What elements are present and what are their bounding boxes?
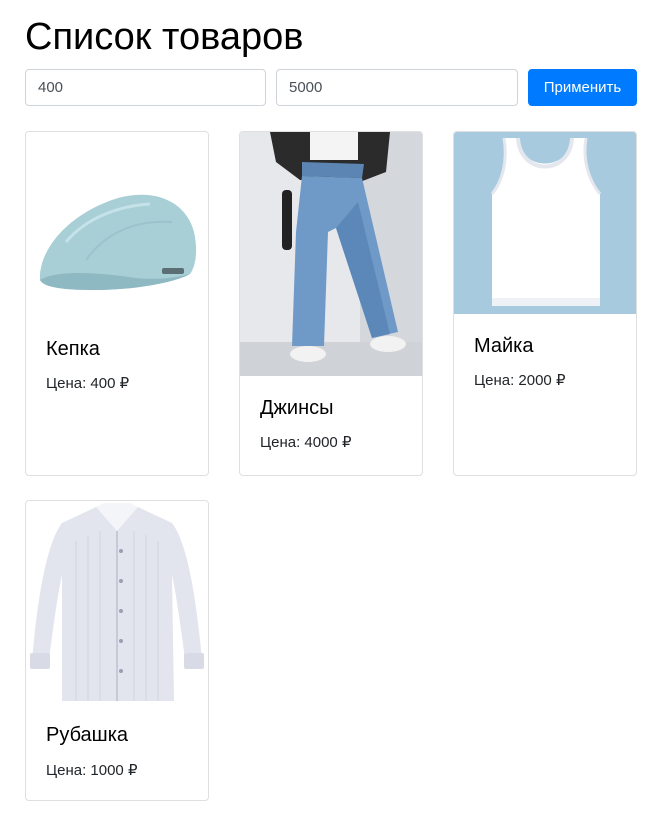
- currency-symbol: ₽: [555, 372, 566, 389]
- max-price-input[interactable]: [276, 69, 518, 106]
- product-price: Цена: 4000 ₽: [260, 433, 402, 453]
- currency-symbol: ₽: [119, 375, 130, 392]
- product-card: Майка Цена: 2000 ₽: [453, 131, 637, 476]
- currency-symbol: ₽: [341, 434, 352, 451]
- product-name: Джинсы: [260, 397, 334, 419]
- product-price: Цена: 2000 ₽: [474, 371, 616, 391]
- price-value: 4000: [304, 434, 338, 451]
- min-price-input[interactable]: [25, 69, 266, 106]
- price-label: Цена:: [260, 434, 301, 451]
- product-card: Рубашка Цена: 1000 ₽: [25, 500, 209, 801]
- price-value: 1000: [90, 762, 124, 779]
- product-price: Цена: 1000 ₽: [46, 761, 188, 781]
- price-value: 2000: [518, 372, 552, 389]
- currency-symbol: ₽: [127, 762, 138, 779]
- price-label: Цена:: [46, 375, 87, 392]
- page-title: Список товаров: [25, 16, 304, 58]
- product-name: Рубашка: [46, 724, 129, 746]
- price-label: Цена:: [474, 372, 515, 389]
- dress-shirt-image: [26, 501, 208, 705]
- product-card: Кепка Цена: 400 ₽: [25, 131, 209, 476]
- product-price: Цена: 400 ₽: [46, 374, 188, 394]
- price-value: 400: [90, 375, 116, 392]
- jeans-photo: [240, 132, 422, 376]
- product-card: Джинсы Цена: 4000 ₽: [239, 131, 423, 476]
- product-name: Кепка: [46, 338, 100, 360]
- flat-cap-image: [26, 132, 208, 315]
- apply-filter-button[interactable]: Применить: [528, 69, 637, 106]
- product-name: Майка: [474, 335, 534, 357]
- tank-top-image: [454, 132, 636, 314]
- price-label: Цена:: [46, 762, 87, 779]
